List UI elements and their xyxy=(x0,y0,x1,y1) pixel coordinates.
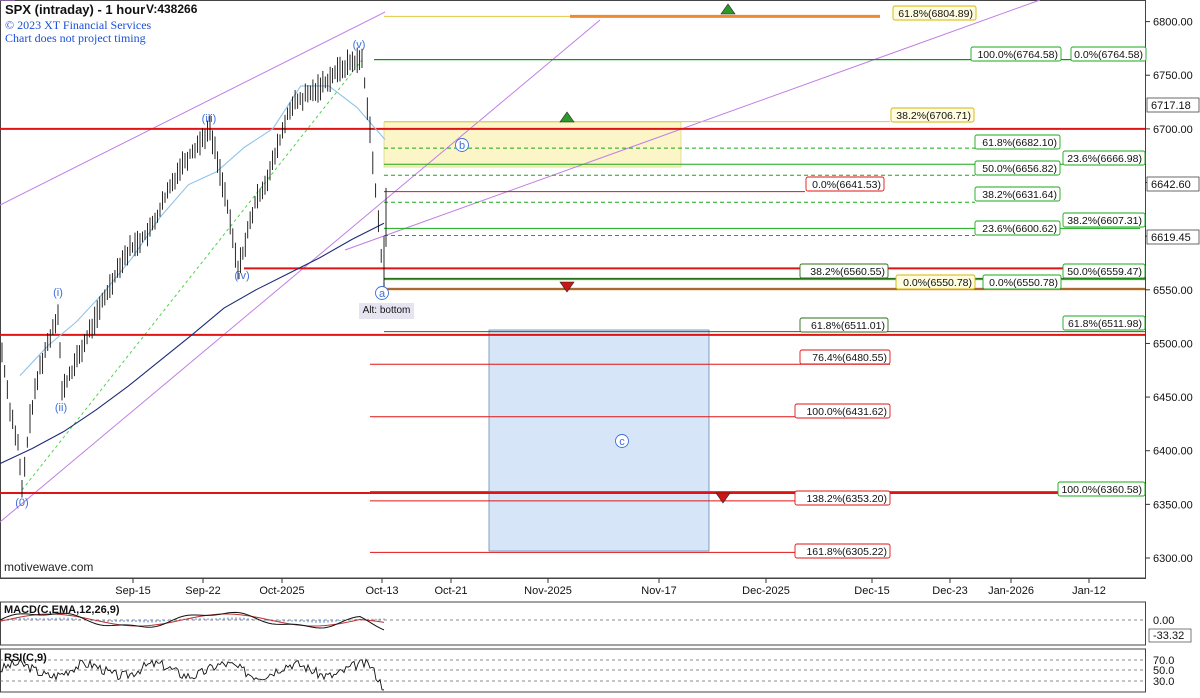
watermark: motivewave.com xyxy=(4,560,94,574)
current-price-text: 6619.45 xyxy=(1151,232,1191,244)
fib-label-text: 23.6%(6600.62) xyxy=(982,223,1057,235)
wave-label: (ii) xyxy=(55,402,67,414)
fib-labels: 61.8%(6804.89) 100.0%(6764.58) 0.0%(6764.5… xyxy=(794,5,1147,559)
x-tick-label: Dec-2025 xyxy=(742,585,790,597)
x-tick-label: Sep-15 xyxy=(115,585,150,597)
x-tick-label: Jan-12 xyxy=(1072,585,1106,597)
y-tick-label: 6350.00 xyxy=(1153,499,1193,511)
x-tick-label: Dec-23 xyxy=(932,585,967,597)
y-tick-label: 6700.00 xyxy=(1153,124,1193,136)
y-tick-label: 6750.00 xyxy=(1153,70,1193,82)
fib-label-text: 0.0%(6550.78) xyxy=(903,277,972,289)
fib-label-text: 38.2%(6706.71) xyxy=(896,110,971,122)
disclaimer-text: Chart does not project timing xyxy=(5,31,146,45)
fib-label-text: 0.0%(6550.78) xyxy=(989,277,1058,289)
zone-c xyxy=(488,329,710,552)
price-axis: 6300.00 6350.00 6400.00 6450.00 6500.00 6550.… xyxy=(1145,17,1200,565)
fib-label-text: 100.0%(6764.58) xyxy=(977,49,1058,61)
y-tick-label: 6300.00 xyxy=(1153,553,1193,565)
wave-label: c xyxy=(619,436,625,448)
current-price-text: 6642.60 xyxy=(1151,179,1191,191)
macd-tick-label: 0.00 xyxy=(1153,615,1174,627)
fib-label-text: 138.2%(6353.20) xyxy=(806,493,887,505)
y-tick-label: 6800.00 xyxy=(1153,17,1193,29)
x-tick-label: Dec-15 xyxy=(854,585,889,597)
y-tick-label: 6400.00 xyxy=(1153,446,1193,458)
target-triangle-down-mid xyxy=(559,281,575,293)
fib-label-text: 100.0%(6360.58) xyxy=(1061,484,1142,496)
x-tick-label: Jan-2026 xyxy=(988,585,1034,597)
fib-label-text: 50.0%(6656.82) xyxy=(982,163,1057,175)
target-triangle-up-mid xyxy=(559,111,575,123)
current-price-text: 6717.18 xyxy=(1151,100,1191,112)
x-tick-label: Oct-21 xyxy=(434,585,467,597)
wave-label: a xyxy=(379,288,386,300)
macd-tick-label: -33.32 xyxy=(1153,630,1184,642)
fib-label-text: 61.8%(6804.89) xyxy=(898,8,973,20)
rsi-label: RSI(C,9) xyxy=(4,652,47,664)
fib-label-text: 38.2%(6631.64) xyxy=(982,189,1057,201)
fib-label-text: 23.6%(6666.98) xyxy=(1067,153,1142,165)
y-tick-label: 6500.00 xyxy=(1153,338,1193,350)
x-tick-label: Oct-2025 xyxy=(259,585,304,597)
macd-label: MACD(C,EMA,12,26,9) xyxy=(4,604,120,616)
target-triangle-up-top xyxy=(720,3,736,15)
x-tick-label: Oct-13 xyxy=(365,585,398,597)
x-tick-label: Nov-2025 xyxy=(524,585,572,597)
x-tick-label: Sep-22 xyxy=(185,585,220,597)
target-triangle-down-low xyxy=(715,492,731,504)
chart-stage: 61.8%(6804.89) 100.0%(6764.58) 0.0%(6764.5… xyxy=(0,0,1200,693)
fib-label-text: 38.2%(6607.31) xyxy=(1067,215,1142,227)
fib-label-text: 38.2%(6560.55) xyxy=(810,266,885,278)
wave-label: (iv) xyxy=(234,270,249,282)
alt-bottom-label: Alt: bottom xyxy=(359,303,414,319)
macd-panel-frame xyxy=(0,601,1146,646)
wave-label: (v) xyxy=(353,39,366,51)
fib-label-text: 61.8%(6682.10) xyxy=(982,137,1057,149)
chart-title: SPX (intraday) - 1 hour xyxy=(5,2,146,17)
fib-label-text: 161.8%(6305.22) xyxy=(806,546,887,558)
fib-label-text: 61.8%(6511.98) xyxy=(1068,318,1142,330)
time-axis: Sep-15 Sep-22 Oct-2025 Oct-13 Oct-21 Nov-2025… xyxy=(115,578,1106,597)
wave-label: (0) xyxy=(15,497,28,509)
y-tick-label: 6550.00 xyxy=(1153,285,1193,297)
wave-label: (i) xyxy=(53,287,63,299)
rsi-panel: 70.050.030.0 xyxy=(0,655,1174,691)
fib-label-text: 76.4%(6480.55) xyxy=(812,352,887,364)
macd-panel: 0.00 -33.32 xyxy=(0,611,1192,643)
price-chart[interactable]: 61.8%(6804.89) 100.0%(6764.58) 0.0%(6764.5… xyxy=(0,0,1200,693)
wave-label: b xyxy=(459,140,465,152)
y-tick-label: 6450.00 xyxy=(1153,392,1193,404)
fib-label-text: 50.0%(6559.47) xyxy=(1067,266,1142,278)
rsi-panel-frame xyxy=(0,648,1146,693)
wave-label: (iii) xyxy=(202,113,217,125)
rsi-line xyxy=(0,658,385,691)
volume-readout: V:438266 xyxy=(146,2,198,16)
fib-label-text: 61.8%(6511.01) xyxy=(811,320,885,332)
ma-slow-line xyxy=(0,222,385,465)
fib-label-text: 0.0%(6764.58) xyxy=(1074,49,1143,61)
fib-label-text: 0.0%(6641.53) xyxy=(812,179,881,191)
fib-label-text: 100.0%(6431.62) xyxy=(806,406,887,418)
rsi-tick-label: 30.0 xyxy=(1153,676,1174,688)
x-tick-label: Nov-17 xyxy=(641,585,676,597)
